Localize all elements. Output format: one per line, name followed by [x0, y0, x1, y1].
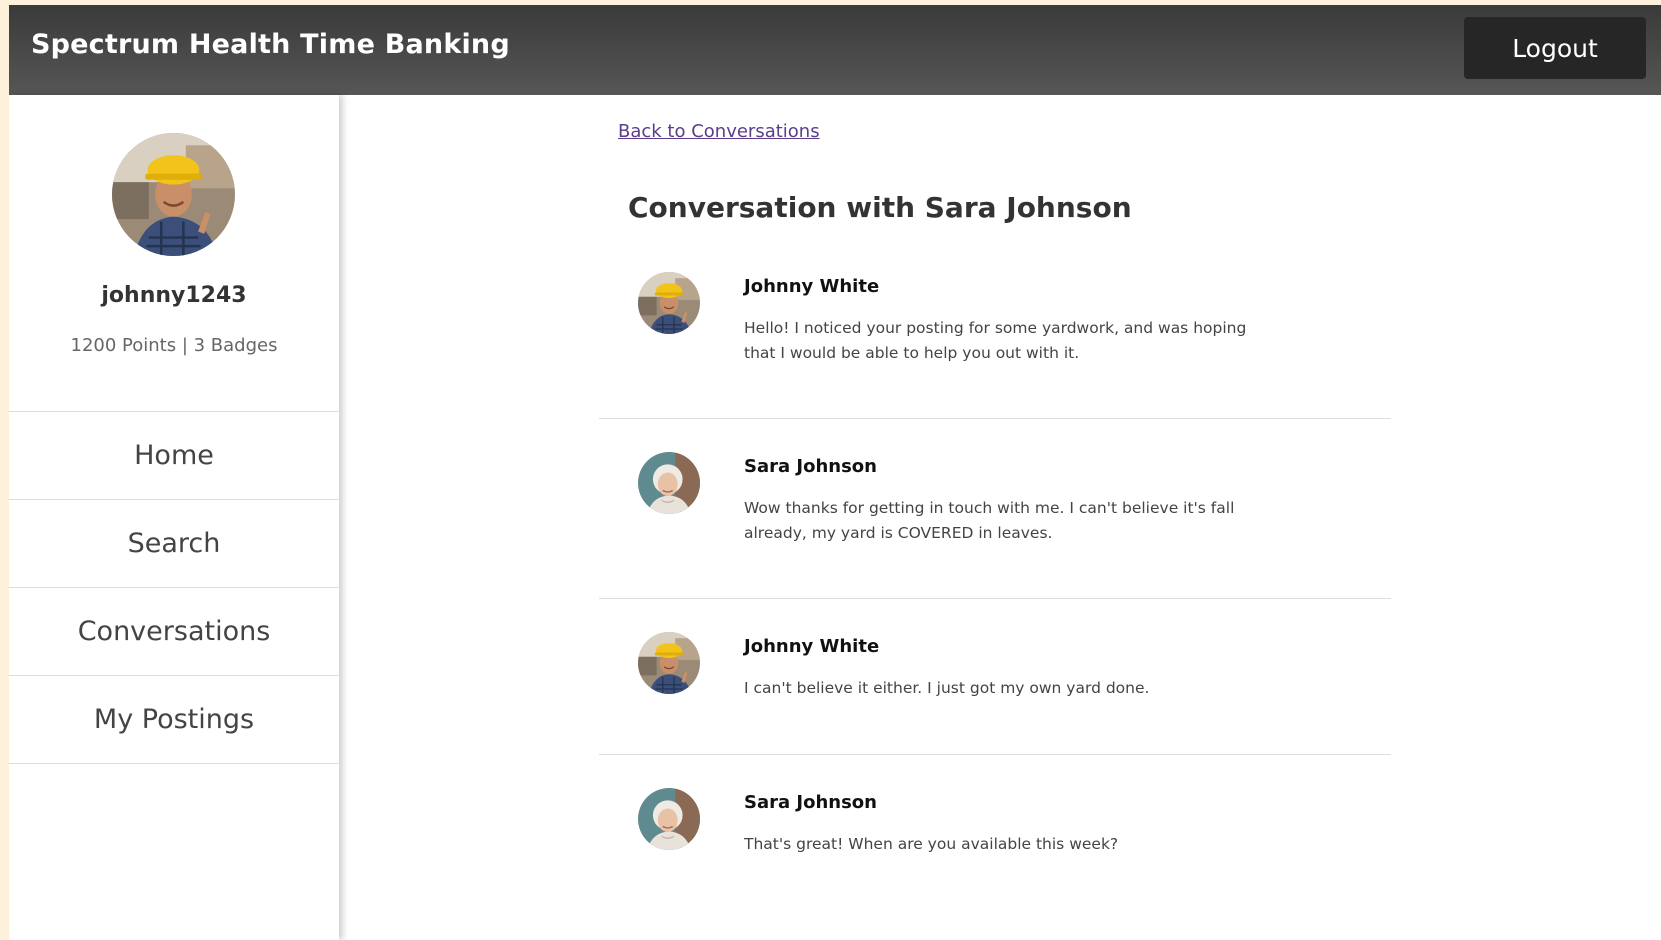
sender-photo	[638, 788, 700, 850]
app-title: Spectrum Health Time Banking	[31, 29, 510, 60]
message-sender: Johnny White	[744, 276, 880, 297]
top-bar: Spectrum Health Time Banking Logout	[9, 5, 1661, 95]
profile-stats: 1200 Points | 3 Badges	[70, 335, 278, 356]
message-text: That's great! When are you available thi…	[744, 835, 1119, 853]
sender-photo	[638, 272, 700, 334]
app-window: Spectrum Health Time Banking Logout john…	[9, 5, 1661, 940]
back-to-conversations-link[interactable]: Back to Conversations	[618, 121, 820, 142]
divider	[599, 754, 1391, 755]
sidebar-item-my-postings[interactable]: My Postings	[9, 676, 339, 764]
profile-username: johnny1243	[101, 283, 247, 308]
profile-avatar	[112, 133, 235, 256]
sidebar-item-label: Home	[134, 440, 214, 471]
avatar	[638, 452, 700, 514]
sidebar-item-label: Conversations	[77, 616, 271, 647]
page-title: Conversation with Sara Johnson	[628, 191, 1132, 224]
sidebar-item-search[interactable]: Search	[9, 500, 339, 588]
sender-photo	[638, 452, 700, 514]
divider	[599, 418, 1391, 419]
profile-photo	[112, 133, 235, 256]
message-sender: Sara Johnson	[744, 792, 877, 813]
sidebar: johnny1243 1200 Points | 3 Badges Home S…	[9, 95, 339, 940]
divider	[599, 598, 1391, 599]
message-text: Hello! I noticed your posting for some y…	[744, 319, 1247, 362]
sidebar-nav: Home Search Conversations My Postings	[9, 411, 339, 764]
sidebar-item-conversations[interactable]: Conversations	[9, 588, 339, 676]
sender-photo	[638, 632, 700, 694]
avatar	[638, 272, 700, 334]
avatar	[638, 632, 700, 694]
main-content: Back to Conversations Conversation with …	[339, 95, 1661, 940]
message-sender: Johnny White	[744, 636, 880, 657]
logout-button[interactable]: Logout	[1464, 17, 1646, 79]
sidebar-item-label: My Postings	[93, 704, 255, 735]
avatar	[638, 788, 700, 850]
sidebar-item-home[interactable]: Home	[9, 412, 339, 500]
message-sender: Sara Johnson	[744, 456, 877, 477]
message-text: Wow thanks for getting in touch with me.…	[744, 499, 1235, 542]
sidebar-item-label: Search	[127, 528, 221, 559]
message-text: I can't believe it either. I just got my…	[744, 679, 1150, 697]
